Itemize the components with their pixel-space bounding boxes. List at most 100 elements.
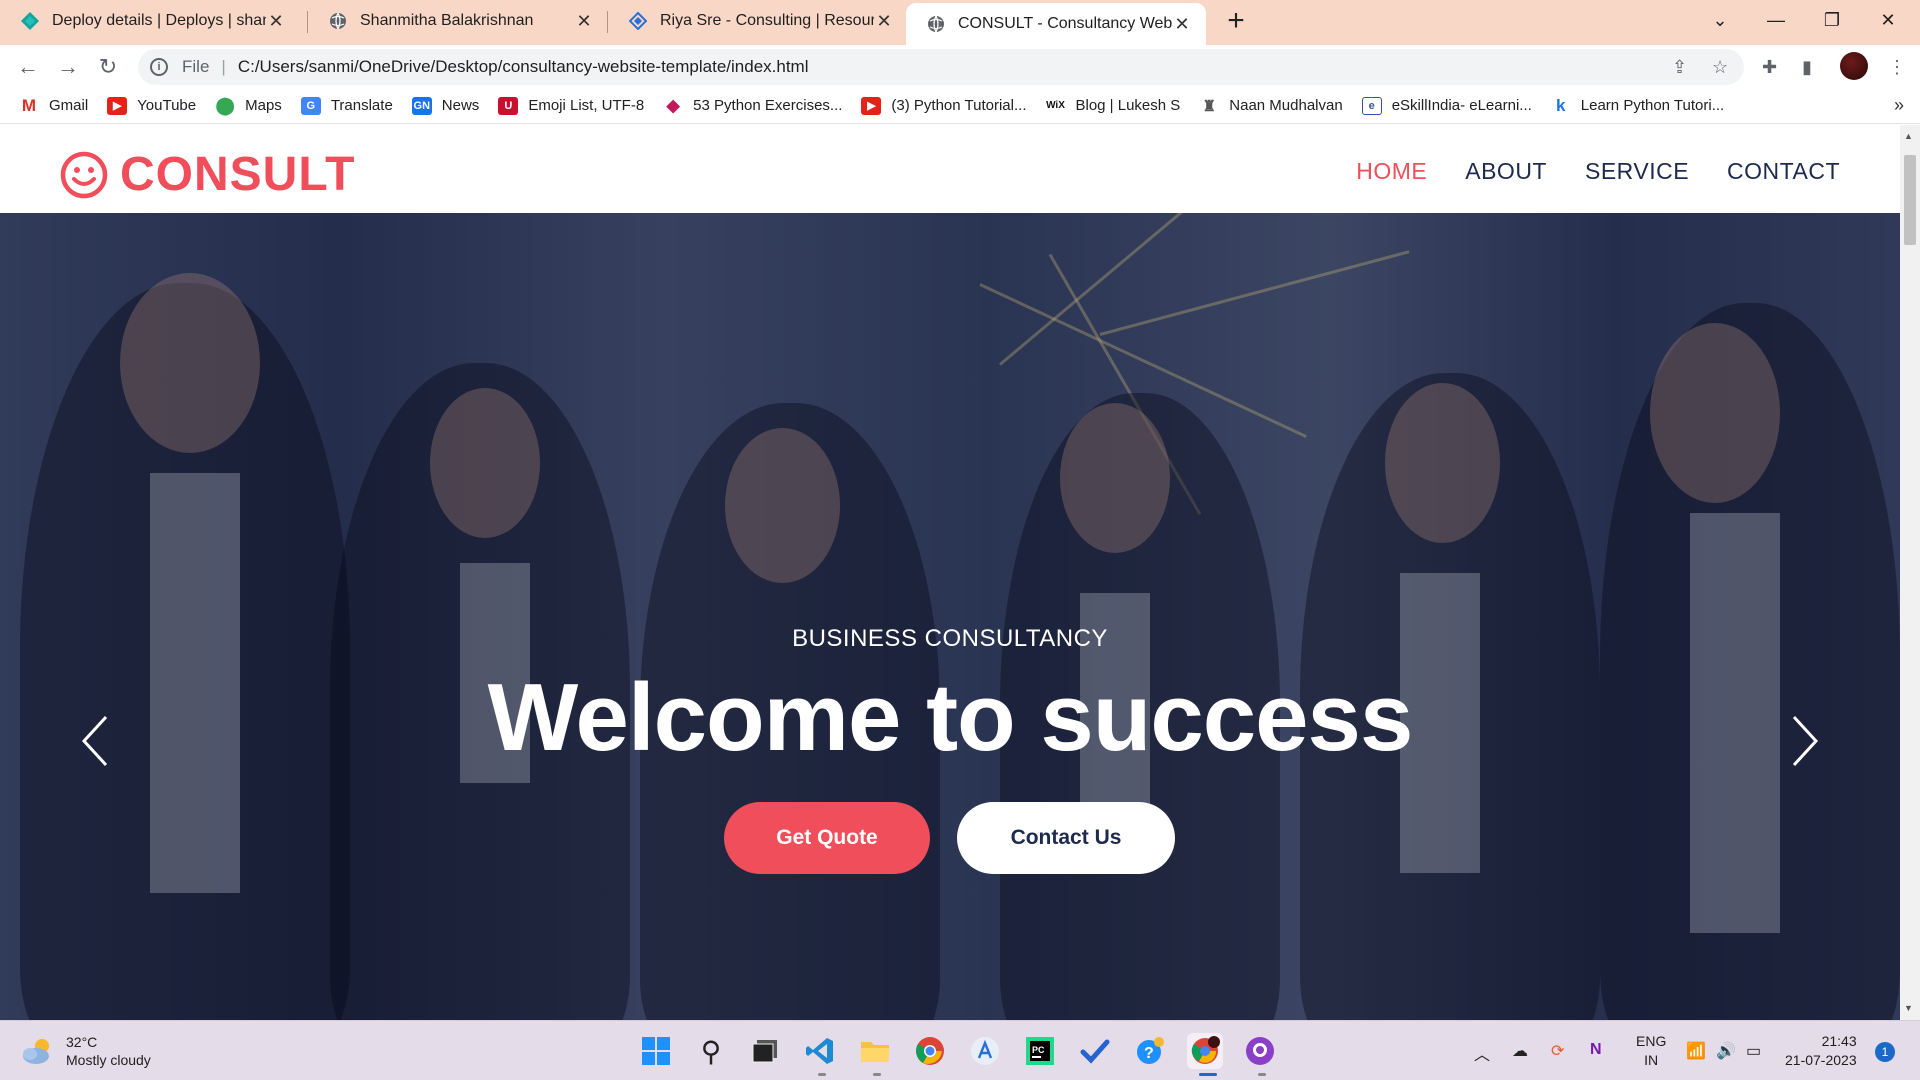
tab-search-icon[interactable]: ⌄ — [1692, 0, 1748, 40]
get-help-icon[interactable]: ? — [1132, 1033, 1168, 1069]
bookmark-learn-python[interactable]: k Learn Python Tutori... — [1550, 96, 1724, 115]
close-tab-icon[interactable]: ✕ — [1172, 14, 1192, 35]
person-face — [1385, 383, 1500, 543]
gmail-icon: M — [19, 96, 39, 115]
extensions-icon[interactable]: ✚ — [1762, 57, 1777, 78]
person-face — [120, 273, 260, 453]
side-panel-icon[interactable]: ▮ — [1802, 57, 1812, 78]
bookmark-label: Emoji List, UTF-8 — [528, 97, 645, 114]
bookmark-python-tutorial[interactable]: ▶ (3) Python Tutorial... — [861, 96, 1027, 115]
show-hidden-icons[interactable]: ︿ — [1474, 1041, 1490, 1065]
forward-icon[interactable]: → — [54, 53, 82, 81]
close-tab-icon[interactable]: ✕ — [874, 11, 894, 32]
github-icon[interactable] — [1242, 1033, 1278, 1069]
tab-title: Shanmitha Balakrishnan — [360, 12, 534, 29]
sync-icon[interactable]: ⟳ — [1551, 1041, 1564, 1061]
web-page: CONSULT HOME ABOUT SERVICE CONTACT BUSIN… — [0, 125, 1900, 1020]
language-indicator[interactable]: ENG IN — [1636, 1032, 1666, 1070]
scroll-down-icon[interactable]: ▼ — [1904, 1003, 1913, 1013]
vscode-icon[interactable] — [802, 1033, 838, 1069]
tab-title: CONSULT - Consultancy Website — [958, 15, 1172, 32]
weather-widget[interactable]: 32°C Mostly cloudy — [20, 1033, 151, 1069]
chrome-profile-icon[interactable] — [1187, 1033, 1223, 1069]
task-view-icon[interactable] — [747, 1033, 783, 1069]
restore-icon[interactable]: ❐ — [1804, 0, 1860, 40]
browser-tab-active[interactable]: CONSULT - Consultancy Website ✕ — [906, 3, 1206, 45]
omnibox-divider: | — [221, 57, 226, 76]
bookmark-youtube[interactable]: ▶ YouTube — [107, 96, 197, 115]
close-tab-icon[interactable]: ✕ — [574, 11, 594, 32]
svg-text:PC: PC — [1032, 1045, 1045, 1055]
netlify-icon — [20, 11, 40, 31]
more-bookmarks-icon[interactable]: » — [1894, 95, 1904, 116]
onenote-icon[interactable]: N — [1590, 1041, 1602, 1059]
bookmark-naan-mudhalvan[interactable]: ♜ Naan Mudhalvan — [1199, 96, 1343, 115]
bookmark-news[interactable]: GN News — [411, 96, 479, 115]
nav-service[interactable]: SERVICE — [1585, 158, 1689, 185]
nav-home[interactable]: HOME — [1356, 158, 1427, 185]
onedrive-icon[interactable]: ☁ — [1512, 1041, 1528, 1061]
bookmark-label: Blog | Lukesh S — [1075, 97, 1181, 114]
minimize-icon[interactable]: — — [1748, 0, 1804, 40]
share-icon[interactable]: ⇪ — [1672, 57, 1687, 78]
search-icon[interactable]: ⚲ — [693, 1033, 729, 1069]
nav-contact[interactable]: CONTACT — [1727, 158, 1840, 185]
url-field[interactable]: i File | C:/Users/sanmi/OneDrive/Desktop… — [138, 49, 1744, 85]
browser-tab[interactable]: Deploy details | Deploys | shanmi ✕ — [0, 0, 300, 42]
file-explorer-icon[interactable] — [857, 1033, 893, 1069]
page-scrollbar[interactable]: ▲ ▼ — [1900, 125, 1920, 1020]
wifi-icon[interactable]: 📶 — [1686, 1041, 1706, 1061]
bookmark-blog[interactable]: WiX Blog | Lukesh S — [1045, 96, 1181, 115]
bookmark-label: Naan Mudhalvan — [1229, 97, 1343, 114]
close-window-icon[interactable]: ✕ — [1860, 0, 1916, 40]
diamond-icon — [628, 11, 648, 31]
bookmark-label: YouTube — [137, 97, 197, 114]
back-icon[interactable]: ← — [14, 53, 42, 81]
site-logo[interactable]: CONSULT — [60, 147, 355, 202]
reload-icon[interactable]: ↻ — [94, 53, 122, 81]
hero-title: Welcome to success — [487, 664, 1414, 771]
bookmark-emoji[interactable]: U Emoji List, UTF-8 — [498, 96, 645, 115]
bookmark-maps[interactable]: ⬤ Maps — [215, 96, 282, 115]
scroll-up-icon[interactable]: ▲ — [1904, 131, 1913, 141]
news-icon: GN — [411, 96, 432, 115]
notification-badge[interactable]: 1 — [1875, 1042, 1895, 1062]
site-info-icon[interactable]: i — [150, 58, 168, 76]
close-tab-icon[interactable]: ✕ — [266, 11, 286, 32]
bookmark-label: (3) Python Tutorial... — [891, 97, 1027, 114]
bookmarks-bar: M Gmail ▶ YouTube ⬤ Maps G Translate GN … — [0, 88, 1920, 124]
contact-us-button[interactable]: Contact Us — [957, 802, 1175, 874]
url-text[interactable]: C:/Users/sanmi/OneDrive/Desktop/consulta… — [238, 57, 809, 77]
pycharm-icon[interactable]: PC — [1022, 1033, 1058, 1069]
bookmark-label: eSkillIndia- eLearni... — [1391, 97, 1532, 114]
profile-avatar[interactable] — [1840, 52, 1868, 80]
battery-icon[interactable]: ▭ — [1746, 1041, 1761, 1061]
bookmark-gmail[interactable]: M Gmail — [19, 96, 89, 115]
todo-icon[interactable] — [1077, 1033, 1113, 1069]
menu-kebab-icon[interactable]: ⋮ — [1888, 57, 1906, 78]
system-clock[interactable]: 21:43 21-07-2023 — [1785, 1032, 1857, 1070]
chrome-icon[interactable] — [912, 1033, 948, 1069]
bookmark-translate[interactable]: G Translate — [300, 96, 393, 115]
browser-tab[interactable]: Riya Sre - Consulting | Resourcing ✕ — [608, 0, 908, 42]
bookmark-label: 53 Python Exercises... — [693, 97, 843, 114]
emblem-icon: ♜ — [1199, 96, 1220, 115]
bookmark-star-icon[interactable]: ☆ — [1712, 57, 1728, 78]
get-quote-button[interactable]: Get Quote — [724, 802, 930, 874]
youtube-icon: ▶ — [107, 96, 128, 115]
bookmark-eskill[interactable]: e eSkillIndia- eLearni... — [1361, 96, 1532, 115]
person-face — [1650, 323, 1780, 503]
new-tab-icon[interactable]: + — [1220, 4, 1252, 38]
tab-strip: Deploy details | Deploys | shanmi ✕ Shan… — [0, 0, 1920, 45]
windows-start-icon[interactable] — [638, 1033, 674, 1069]
nav-about[interactable]: ABOUT — [1465, 158, 1547, 185]
bookmark-python-exercises[interactable]: ◆ 53 Python Exercises... — [663, 96, 843, 115]
app-store-icon[interactable] — [967, 1033, 1003, 1069]
volume-icon[interactable]: 🔊 — [1716, 1041, 1736, 1061]
scroll-thumb[interactable] — [1904, 155, 1916, 245]
clock-date: 21-07-2023 — [1785, 1052, 1857, 1068]
tab-title: Deploy details | Deploys | shanmi — [52, 12, 266, 29]
smiley-icon — [60, 151, 108, 198]
browser-tab[interactable]: Shanmitha Balakrishnan ✕ — [308, 0, 608, 42]
bookmark-label: Gmail — [49, 97, 89, 114]
